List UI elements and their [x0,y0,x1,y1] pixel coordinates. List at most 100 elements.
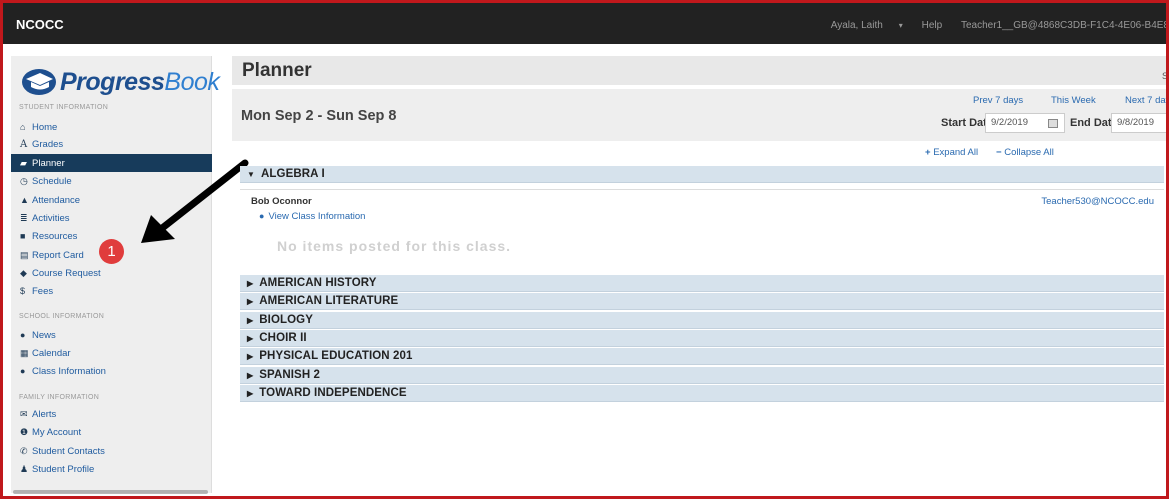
section-heading-student: STUDENT INFORMATION [19,104,109,111]
empty-state-text: No items posted for this class. [277,238,512,254]
progressbook-logo[interactable]: ProgressBook [17,66,220,96]
week-range-label: Mon Sep 2 - Sun Sep 8 [241,108,397,124]
graduation-cap-icon [22,69,56,95]
end-date-value: 9/8/2019 [1117,117,1154,128]
end-date-input[interactable]: 9/8/2019 [1111,113,1166,133]
file-icon: ■ [20,231,26,241]
sidebar-item-home[interactable]: ⌂ Home [11,118,212,136]
caret-right-icon: ▶ [247,316,254,325]
next-7-days-link[interactable]: Next 7 days [1125,95,1166,106]
sidebar-item-label: Class Information [32,366,106,377]
card-icon: ▤ [20,250,29,260]
user-icon: ♟ [20,464,29,474]
calendar-icon[interactable] [1048,119,1058,128]
book-icon: ▰ [20,158,27,168]
sidebar-item-student-contacts[interactable]: ✆ Student Contacts [11,442,212,460]
caret-right-icon: ▶ [247,389,254,398]
caret-right-icon: ▶ [247,352,254,361]
sidebar-item-label: Student Profile [32,464,95,475]
start-date-input[interactable]: 9/2/2019 [985,113,1065,133]
prev-7-days-link[interactable]: Prev 7 days [973,95,1023,106]
annotation-badge: 1 [99,239,124,264]
chat-icon: ● [259,211,265,221]
expand-all-button[interactable]: + Expand All [925,147,978,158]
sidebar-item-class-information[interactable]: ● Class Information [11,362,212,380]
class-name: SPANISH 2 [259,369,321,381]
class-header-choir-ii[interactable]: ▶ CHOIR II [240,330,1164,347]
help-link[interactable]: Help [922,20,943,31]
sidebar-bottom-shadow [13,490,208,494]
logo-text-book: Book [164,68,220,96]
info-icon: ❶ [20,427,29,437]
sidebar-item-my-account[interactable]: ❶ My Account [11,423,212,441]
top-right-menu: Ayala, Laith ▾ Help Teacher1__GB@4868C3DB… [799,20,1166,31]
page-title: Planner [242,60,312,81]
clock-icon: ◷ [20,176,28,186]
list-icon: ≣ [20,213,28,223]
class-header-toward-independence[interactable]: ▶ TOWARD INDEPENDENCE [240,385,1164,402]
sidebar-item-grades[interactable]: A Grades [11,136,212,154]
account-id[interactable]: Teacher1__GB@4868C3DB-F1C4-4E06-B4E8 [961,20,1166,31]
screenshot-frame: NCOCC Ayala, Laith ▾ Help Teacher1__GB@48… [0,0,1169,499]
brand-name[interactable]: NCOCC [16,17,64,32]
class-name: CHOIR II [259,332,307,344]
caret-right-icon: ▶ [247,279,254,288]
sidebar-item-student-profile[interactable]: ♟ Student Profile [11,460,212,478]
top-navbar: NCOCC Ayala, Laith ▾ Help Teacher1__GB@48… [3,3,1166,44]
plus-icon: + [925,147,931,158]
sidebar-item-label: Course Request [32,268,101,279]
class-name: ALGEBRA I [261,168,325,180]
this-week-link[interactable]: This Week [1051,95,1096,106]
sidebar-item-calendar[interactable]: ▦ Calendar [11,344,212,362]
class-header-algebra-i[interactable]: ▼ ALGEBRA I [240,166,1164,183]
sidebar-item-label: Resources [32,231,78,242]
user-menu[interactable]: Ayala, Laith ▾ [815,20,903,31]
class-name: BIOLOGY [259,314,313,326]
view-class-information-label: View Class Information [268,211,366,222]
logo-text: ProgressBook [60,68,220,97]
class-header-physical-education-201[interactable]: ▶ PHYSICAL EDUCATION 201 [240,348,1164,365]
grades-icon: A [20,139,28,150]
caret-down-icon: ▾ [898,21,903,30]
sidebar: ProgressBook STUDENT INFORMATION ⌂ Home A… [11,56,220,493]
caret-right-icon: ▶ [247,371,254,380]
caret-down-icon: ▼ [247,170,256,179]
globe-icon: ● [20,330,26,340]
section-heading-family: FAMILY INFORMATION [19,394,100,401]
sidebar-item-label: Fees [32,286,54,297]
sidebar-item-label: Schedule [32,176,72,187]
sidebar-item-fees[interactable]: $ Fees [11,282,212,300]
calendar-icon: ▦ [20,348,29,358]
class-name: PHYSICAL EDUCATION 201 [259,350,413,362]
sidebar-item-label: Attendance [32,195,81,206]
class-header-biology[interactable]: ▶ BIOLOGY [240,312,1164,329]
teacher-email-link[interactable]: Teacher530@NCOCC.edu [1041,196,1154,207]
view-class-information-link[interactable]: ● View Class Information [259,211,365,222]
sidebar-item-label: Alerts [32,409,57,420]
class-header-american-literature[interactable]: ▶ AMERICAN LITERATURE [240,293,1164,310]
sidebar-item-label: Activities [32,213,70,224]
sidebar-item-alerts[interactable]: ✉ Alerts [11,405,212,423]
phone-icon: ✆ [20,446,28,456]
caret-right-icon: ▶ [247,334,254,343]
page-header-right-text: S [1161,71,1168,81]
sidebar-item-label: My Account [32,427,82,438]
section-heading-school: SCHOOL INFORMATION [19,313,105,320]
class-header-spanish-2[interactable]: ▶ SPANISH 2 [240,367,1164,384]
sidebar-item-label: Planner [32,158,65,169]
class-name: TOWARD INDEPENDENCE [259,387,407,399]
sidebar-item-label: News [32,330,56,341]
page-header: Planner S [232,56,1168,85]
teacher-name: Bob Oconnor [251,196,312,207]
home-icon: ⌂ [20,122,26,132]
teacher-row: Bob Oconnor Teacher530@NCOCC.edu [240,189,1164,212]
sidebar-item-label: Home [32,122,58,133]
bell-icon: ▲ [20,195,29,205]
collapse-all-button[interactable]: − Collapse All [996,147,1054,158]
sidebar-item-news[interactable]: ● News [11,326,212,344]
logo-text-progress: Progress [60,68,165,96]
sidebar-item-course-request[interactable]: ◆ Course Request [11,264,212,282]
dollar-icon: $ [20,286,26,296]
annotation-arrow-icon [141,159,249,243]
class-header-american-history[interactable]: ▶ AMERICAN HISTORY [240,275,1164,292]
